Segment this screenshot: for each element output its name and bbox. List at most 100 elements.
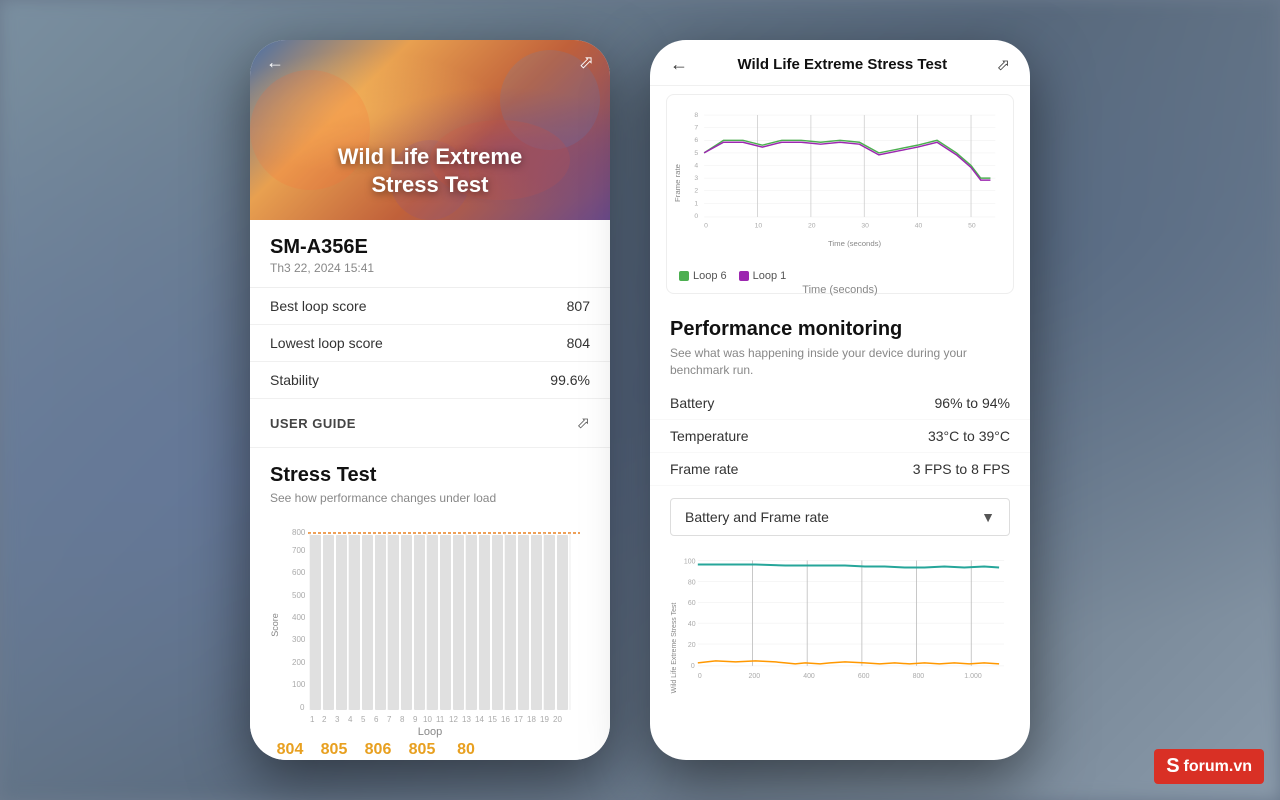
temperature-val: 33°C to 39°C xyxy=(928,428,1010,444)
svg-text:8: 8 xyxy=(694,112,698,119)
frame-time-label: Time (seconds) xyxy=(675,284,1005,296)
svg-text:10: 10 xyxy=(755,223,763,230)
user-guide-label: USER GUIDE xyxy=(270,416,356,431)
svg-text:6: 6 xyxy=(694,137,698,144)
right-scroll-content[interactable]: Frame rate 8 7 6 5 4 3 2 1 0 xyxy=(650,86,1030,760)
svg-text:700: 700 xyxy=(292,546,306,555)
svg-text:11: 11 xyxy=(436,715,445,724)
svg-text:40: 40 xyxy=(688,621,696,628)
svg-text:200: 200 xyxy=(292,658,306,667)
right-share-icon[interactable]: ⬀ xyxy=(997,55,1010,75)
device-name: SM-A356E xyxy=(270,236,590,259)
back-icon[interactable]: ← xyxy=(266,52,284,73)
svg-text:15: 15 xyxy=(488,715,497,724)
perf-title: Performance monitoring xyxy=(670,318,1010,341)
temperature-key: Temperature xyxy=(670,428,749,444)
framerate-row: Frame rate 3 FPS to 8 FPS xyxy=(650,453,1030,486)
svg-text:10: 10 xyxy=(423,715,432,724)
svg-text:Frame rate: Frame rate xyxy=(675,164,682,202)
header-image: ← ⬀ Wild Life Extreme Stress Test xyxy=(250,40,610,220)
right-back-icon[interactable]: ← xyxy=(670,54,688,75)
phone-scroll-content[interactable]: SM-A356E Th3 22, 2024 15:41 Best loop sc… xyxy=(250,220,610,760)
frame-rate-svg: Frame rate 8 7 6 5 4 3 2 1 0 xyxy=(675,103,1005,263)
left-phone: ← ⬀ Wild Life Extreme Stress Test SM-A35… xyxy=(250,40,610,760)
svg-text:9: 9 xyxy=(413,715,418,724)
lowest-loop-row: Lowest loop score 804 xyxy=(250,325,610,362)
svg-text:20: 20 xyxy=(553,715,562,724)
svg-text:100: 100 xyxy=(292,680,306,689)
right-nav: ← Wild Life Extreme Stress Test ⬀ xyxy=(650,40,1030,86)
stability-label: Stability xyxy=(270,372,319,388)
svg-text:1: 1 xyxy=(310,715,315,724)
frame-rate-chart: Frame rate 8 7 6 5 4 3 2 1 0 xyxy=(666,94,1014,294)
svg-text:5: 5 xyxy=(361,715,366,724)
svg-text:20: 20 xyxy=(808,223,816,230)
battery-chart-svg: Wild Life Extreme Stress Test 100 80 60 … xyxy=(666,548,1014,748)
stress-test-title: Stress Test xyxy=(270,464,590,487)
svg-text:600: 600 xyxy=(292,568,306,577)
svg-text:4: 4 xyxy=(348,715,353,724)
svg-text:6: 6 xyxy=(374,715,379,724)
svg-text:0: 0 xyxy=(694,213,698,220)
right-phone: ← Wild Life Extreme Stress Test ⬀ Frame … xyxy=(650,40,1030,760)
stress-test-section: Stress Test See how performance changes … xyxy=(250,448,610,513)
svg-text:19: 19 xyxy=(540,715,549,724)
svg-text:20: 20 xyxy=(688,642,696,649)
svg-text:14: 14 xyxy=(475,715,484,724)
battery-key: Battery xyxy=(670,395,714,411)
svg-text:Time (seconds): Time (seconds) xyxy=(828,239,882,248)
share-icon[interactable]: ⬀ xyxy=(579,52,594,73)
temperature-row: Temperature 33°C to 39°C xyxy=(650,420,1030,453)
svg-text:80: 80 xyxy=(688,579,696,586)
chevron-down-icon: ▼ xyxy=(981,509,995,525)
battery-frame-chart: Wild Life Extreme Stress Test 100 80 60 … xyxy=(666,548,1014,760)
svg-text:300: 300 xyxy=(292,635,306,644)
legend-loop6-label: Loop 6 xyxy=(693,270,727,282)
bar-chart-svg: Score 0 100 200 300 400 500 600 700 800 xyxy=(270,525,590,725)
svg-text:0: 0 xyxy=(704,223,708,230)
svg-text:18: 18 xyxy=(527,715,536,724)
framerate-key: Frame rate xyxy=(670,461,738,477)
svg-text:600: 600 xyxy=(858,672,870,679)
loop-score-1: 804 xyxy=(270,741,310,760)
forum-badge: S forum.vn xyxy=(1154,749,1264,784)
svg-text:500: 500 xyxy=(292,591,306,600)
battery-row: Battery 96% to 94% xyxy=(650,387,1030,420)
svg-text:400: 400 xyxy=(803,672,815,679)
lowest-loop-label: Lowest loop score xyxy=(270,335,383,351)
framerate-val: 3 FPS to 8 FPS xyxy=(913,461,1010,477)
svg-text:1.000: 1.000 xyxy=(964,672,982,679)
stress-test-subtitle: See how performance changes under load xyxy=(270,491,590,505)
svg-text:2: 2 xyxy=(694,188,698,195)
svg-text:13: 13 xyxy=(462,715,471,724)
svg-text:3: 3 xyxy=(694,175,698,182)
svg-text:4: 4 xyxy=(694,162,698,169)
svg-text:200: 200 xyxy=(749,672,761,679)
right-nav-title: Wild Life Extreme Stress Test xyxy=(737,56,947,73)
svg-text:40: 40 xyxy=(915,223,923,230)
device-date: Th3 22, 2024 15:41 xyxy=(270,261,590,275)
svg-text:0: 0 xyxy=(300,703,305,712)
svg-text:800: 800 xyxy=(292,528,306,537)
chart-type-dropdown[interactable]: Battery and Frame rate ▼ xyxy=(670,498,1010,536)
svg-text:60: 60 xyxy=(688,600,696,607)
perf-subtitle: See what was happening inside your devic… xyxy=(670,345,1010,379)
svg-text:7: 7 xyxy=(694,125,698,132)
svg-text:Wild Life Extreme Stress Test: Wild Life Extreme Stress Test xyxy=(671,602,678,693)
best-loop-label: Best loop score xyxy=(270,298,367,314)
loop-score-5: 80 + xyxy=(446,741,486,760)
svg-text:8: 8 xyxy=(400,715,405,724)
svg-text:400: 400 xyxy=(292,613,306,622)
svg-text:3: 3 xyxy=(335,715,340,724)
legend-loop1: Loop 1 xyxy=(739,270,787,282)
svg-text:17: 17 xyxy=(514,715,523,724)
legend-loop1-label: Loop 1 xyxy=(753,270,787,282)
best-loop-row: Best loop score 807 xyxy=(250,288,610,325)
user-guide-row[interactable]: USER GUIDE ⬀ xyxy=(250,399,610,448)
stability-value: 99.6% xyxy=(550,372,590,388)
user-guide-share-icon[interactable]: ⬀ xyxy=(577,413,590,433)
svg-text:Score: Score xyxy=(270,613,280,637)
best-loop-value: 807 xyxy=(567,298,590,314)
svg-text:0: 0 xyxy=(691,662,695,669)
phone-nav: ← ⬀ xyxy=(250,40,610,85)
